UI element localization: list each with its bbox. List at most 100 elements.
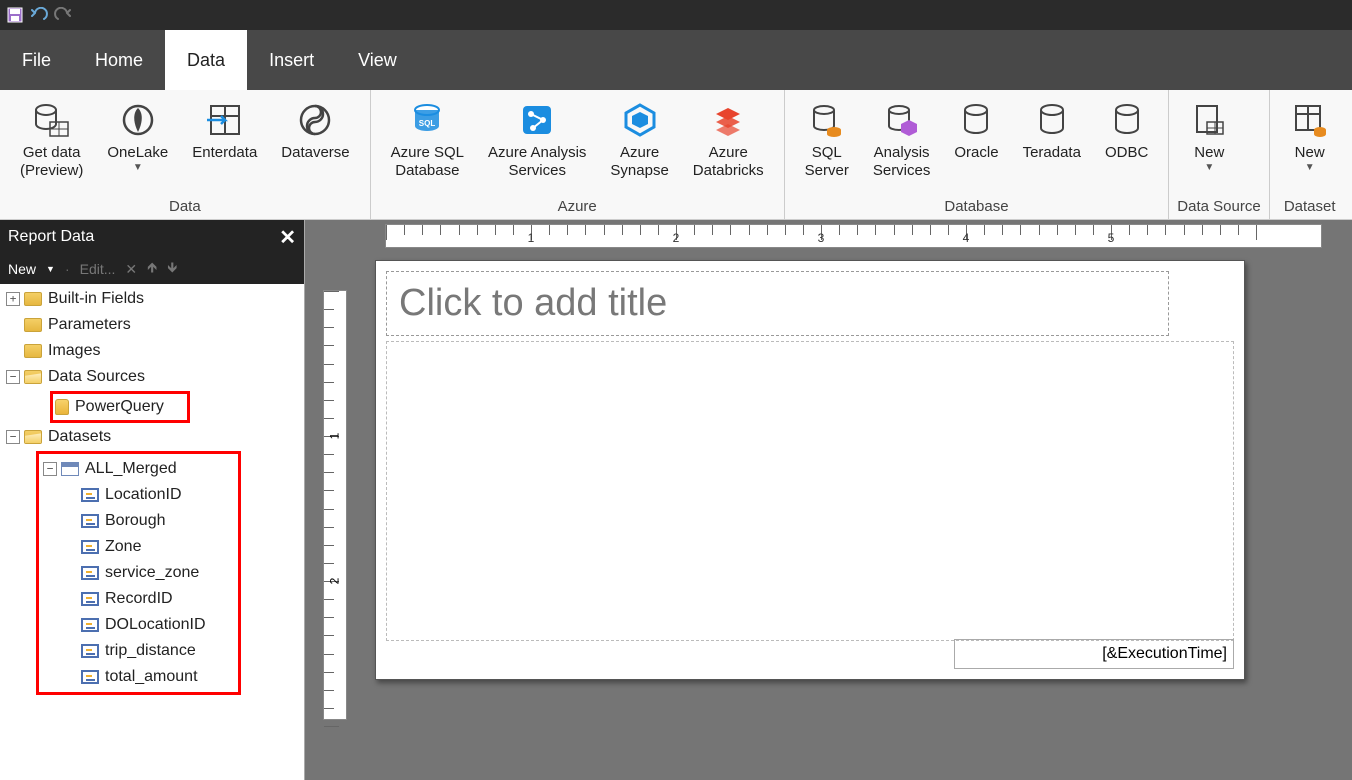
field-icon <box>81 566 99 580</box>
folder-icon <box>24 318 42 332</box>
azure-databricks-icon <box>708 100 748 140</box>
tree-field[interactable]: Zone <box>105 538 141 556</box>
chevron-down-icon: ▼ <box>133 162 143 173</box>
tab-insert[interactable]: Insert <box>247 30 336 90</box>
azure-synapse-icon <box>620 100 660 140</box>
tree-datasources[interactable]: Data Sources <box>48 368 145 386</box>
redo-button[interactable] <box>54 6 72 24</box>
ribbon-group-database-label: Database <box>793 196 1161 219</box>
report-data-tree[interactable]: + Built-in Fields Parameters Images − Data… <box>0 284 304 780</box>
field-icon <box>81 540 99 554</box>
ribbon: Get data (Preview) OneLake▼ Enterdata Da… <box>0 90 1352 220</box>
horizontal-ruler[interactable]: 12345 <box>385 224 1322 248</box>
analysis-services-icon <box>882 100 922 140</box>
report-title-placeholder[interactable]: Click to add title <box>386 271 1169 336</box>
undo-button[interactable] <box>30 6 48 24</box>
teradata-button[interactable]: Teradata <box>1011 94 1093 162</box>
sql-server-button[interactable]: SQL Server <box>793 94 861 180</box>
menu-bar: File Home Data Insert View <box>0 30 1352 90</box>
field-icon <box>81 488 99 502</box>
tab-view[interactable]: View <box>336 30 419 90</box>
expand-toggle[interactable]: − <box>6 370 20 384</box>
expand-toggle[interactable]: − <box>43 462 57 476</box>
folder-open-icon <box>24 370 42 384</box>
tree-field[interactable]: total_amount <box>105 668 198 686</box>
panel-new-button[interactable]: New <box>8 261 36 277</box>
chevron-down-icon: ▼ <box>1305 162 1315 173</box>
report-footer-executiontime[interactable]: [&ExecutionTime] <box>954 639 1234 669</box>
tree-images[interactable]: Images <box>48 342 100 360</box>
new-dataset-button[interactable]: New▼ <box>1278 94 1342 173</box>
tab-data[interactable]: Data <box>165 30 247 90</box>
datasource-icon <box>55 399 69 415</box>
get-data-button[interactable]: Get data (Preview) <box>8 94 95 180</box>
close-panel-button[interactable]: ✕ <box>279 225 296 250</box>
enter-data-button[interactable]: Enterdata <box>180 94 269 162</box>
report-body-area[interactable] <box>386 341 1234 641</box>
move-down-icon[interactable]: 🡻 <box>167 257 177 281</box>
azure-analysis-button[interactable]: Azure Analysis Services <box>476 94 598 180</box>
database-grid-icon <box>32 100 72 140</box>
chevron-down-icon: ▼ <box>1204 162 1214 173</box>
field-icon <box>81 592 99 606</box>
tree-powerquery[interactable]: PowerQuery <box>75 398 164 416</box>
report-data-panel: Report Data ✕ New ▼ · Edit... ✕ 🡹 🡻 +Bui… <box>0 220 305 780</box>
field-icon <box>81 670 99 684</box>
tree-field[interactable]: trip_distance <box>105 642 196 660</box>
ribbon-group-data-label: Data <box>8 196 362 219</box>
panel-title: Report Data <box>8 228 94 246</box>
tree-datasets[interactable]: Datasets <box>48 428 111 446</box>
azure-synapse-button[interactable]: Azure Synapse <box>598 94 680 180</box>
tree-field[interactable]: RecordID <box>105 590 173 608</box>
onelake-icon <box>118 100 158 140</box>
tree-field[interactable]: DOLocationID <box>105 616 206 634</box>
panel-edit-button[interactable]: Edit... <box>80 261 116 277</box>
tree-parameters[interactable]: Parameters <box>48 316 131 334</box>
dataverse-button[interactable]: Dataverse <box>269 94 361 162</box>
new-datasource-icon <box>1189 100 1229 140</box>
chevron-down-icon: ▼ <box>46 264 55 274</box>
odbc-button[interactable]: ODBC <box>1093 94 1160 162</box>
expand-toggle[interactable]: − <box>6 430 20 444</box>
delete-icon[interactable]: ✕ <box>125 261 137 278</box>
database-icon <box>1032 100 1072 140</box>
tree-field[interactable]: LocationID <box>105 486 182 504</box>
expand-toggle[interactable]: + <box>6 292 20 306</box>
enter-data-icon <box>205 100 245 140</box>
oracle-button[interactable]: Oracle <box>942 94 1010 162</box>
dataset-icon <box>61 462 79 476</box>
azure-sql-button[interactable]: SQLAzure SQL Database <box>379 94 476 180</box>
tree-field[interactable]: service_zone <box>105 564 199 582</box>
field-icon <box>81 514 99 528</box>
move-up-icon[interactable]: 🡹 <box>147 257 157 281</box>
onelake-button[interactable]: OneLake▼ <box>95 94 180 173</box>
ribbon-group-datasource-label: Data Source <box>1177 196 1260 219</box>
sql-server-icon <box>807 100 847 140</box>
vertical-ruler[interactable]: 12 <box>323 290 347 720</box>
analysis-services-button[interactable]: Analysis Services <box>861 94 943 180</box>
new-dataset-icon <box>1290 100 1330 140</box>
dataverse-icon <box>295 100 335 140</box>
folder-open-icon <box>24 430 42 444</box>
azure-analysis-icon <box>517 100 557 140</box>
svg-text:SQL: SQL <box>419 119 436 128</box>
save-button[interactable] <box>6 6 24 24</box>
database-icon <box>1107 100 1147 140</box>
field-icon <box>81 644 99 658</box>
new-datasource-button[interactable]: New▼ <box>1177 94 1241 173</box>
design-canvas-area: 12345 12 Click to add title [&ExecutionT… <box>305 220 1352 780</box>
tree-field[interactable]: Borough <box>105 512 166 530</box>
ribbon-group-azure-label: Azure <box>379 196 776 219</box>
folder-icon <box>24 292 42 306</box>
database-icon <box>956 100 996 140</box>
azure-databricks-button[interactable]: Azure Databricks <box>681 94 776 180</box>
folder-icon <box>24 344 42 358</box>
tab-home[interactable]: Home <box>73 30 165 90</box>
tree-dataset-allmerged[interactable]: ALL_Merged <box>85 460 177 478</box>
report-page[interactable]: Click to add title [&ExecutionTime] <box>375 260 1245 680</box>
ribbon-group-dataset-label: Dataset <box>1278 196 1342 219</box>
tab-file[interactable]: File <box>0 30 73 90</box>
tree-builtin-fields[interactable]: Built-in Fields <box>48 290 144 308</box>
quick-access-toolbar <box>0 0 1352 30</box>
azure-sql-icon: SQL <box>407 100 447 140</box>
